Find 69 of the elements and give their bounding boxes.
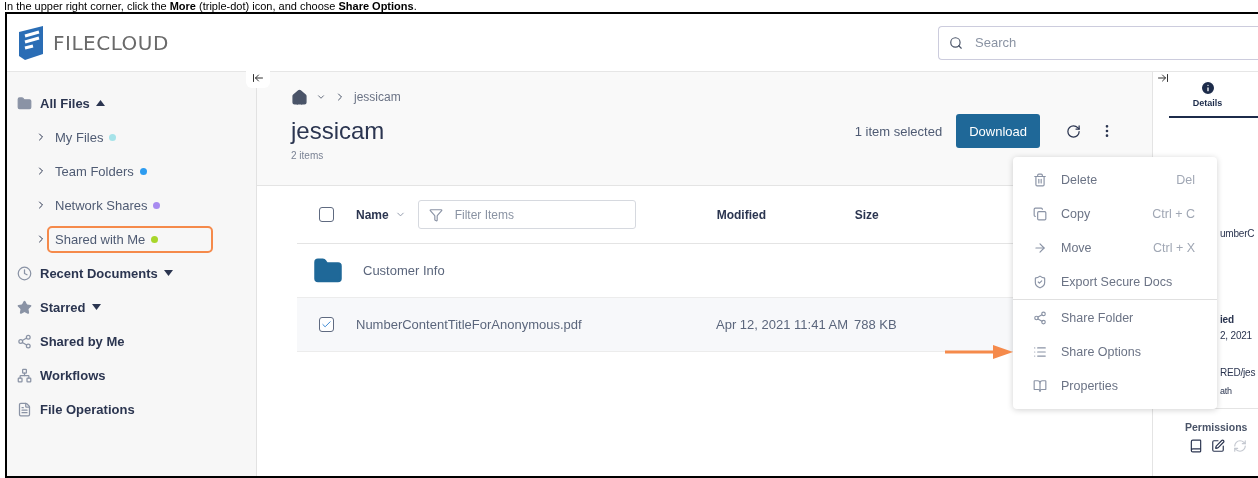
folder-title: jessicam xyxy=(291,117,385,145)
sidebar-item[interactable]: File Operations xyxy=(32,395,145,423)
breadcrumb-link[interactable]: jessicam xyxy=(354,90,401,104)
menu-item[interactable]: Copy Ctrl + C xyxy=(1013,197,1217,231)
logo-icon xyxy=(17,25,45,60)
detail-text: 2, 2021 xyxy=(1219,330,1253,341)
sitemap-icon xyxy=(17,367,32,383)
sidebar-item[interactable]: Shared by Me xyxy=(32,327,135,355)
item-count: 2 items xyxy=(291,150,325,161)
sidebar-item[interactable]: Network Shares xyxy=(47,191,171,219)
menu-item[interactable]: Move Ctrl + X xyxy=(1013,231,1217,265)
document-icon xyxy=(17,401,32,417)
sidebar-item[interactable]: All Files xyxy=(32,89,115,117)
shield-check-icon xyxy=(1033,275,1047,289)
detail-text: umberC xyxy=(1219,228,1256,239)
file-name[interactable]: Customer Info xyxy=(363,263,445,278)
sidebar-item[interactable]: Recent Documents xyxy=(32,259,183,287)
home-icon[interactable] xyxy=(291,88,308,106)
checkmark-icon xyxy=(321,319,332,330)
detail-text: ied xyxy=(1219,314,1235,325)
menu-item[interactable]: Export Secure Docs xyxy=(1013,265,1217,299)
folder-icon xyxy=(17,95,32,111)
permissions-label: Permissions xyxy=(1184,421,1249,433)
column-header[interactable]: Size xyxy=(854,207,879,222)
filter-icon xyxy=(428,207,443,222)
menu-item[interactable]: Properties xyxy=(1013,369,1217,403)
book-icon xyxy=(1033,379,1047,393)
sidebar-item[interactable]: Workflows xyxy=(32,361,116,389)
search-icon xyxy=(949,35,963,50)
list-icon xyxy=(1033,345,1047,359)
column-header[interactable]: Modified xyxy=(716,207,855,222)
shortcut-text: Ctrl + C xyxy=(1152,207,1195,221)
instruction-text: In the upper right corner, click the More (triple-dot) icon, and choose Share Options. xyxy=(3,0,418,12)
shortcut-text: Del xyxy=(1176,173,1195,187)
sidebar-item[interactable]: Shared with Me xyxy=(47,225,213,253)
details-tab[interactable]: Details xyxy=(1169,72,1258,118)
search-field[interactable]: Search xyxy=(938,25,1258,60)
logo-text: FILECLOUD xyxy=(53,30,169,55)
sidebar-item[interactable]: My Files xyxy=(47,123,127,151)
download-button[interactable]: Download xyxy=(956,114,1040,148)
shortcut-text: Ctrl + X xyxy=(1152,241,1195,255)
info-icon xyxy=(1199,80,1216,96)
star-icon xyxy=(17,299,32,315)
column-header[interactable]: Name xyxy=(356,207,389,222)
selection-count: 1 item selected xyxy=(854,123,943,139)
menu-item[interactable]: Share Folder xyxy=(1013,301,1217,335)
clock-icon xyxy=(17,265,32,281)
book-icon xyxy=(1189,439,1203,453)
sidebar-item[interactable]: Team Folders xyxy=(47,157,157,185)
menu-item[interactable]: Delete Del xyxy=(1013,163,1217,197)
sync-icon xyxy=(1233,439,1247,453)
file-name[interactable]: NumberContentTitleForAnonymous.pdf xyxy=(356,317,582,332)
copy-icon xyxy=(1033,207,1047,221)
share-icon xyxy=(17,333,32,349)
file-size: 788 KB xyxy=(854,317,897,332)
pointer-arrow xyxy=(945,344,1013,360)
edit-icon xyxy=(1211,439,1225,453)
detail-text: ath xyxy=(1219,386,1233,396)
row-checkbox[interactable] xyxy=(319,317,334,332)
modified-date: Apr 12, 2021 11:41 AM xyxy=(716,317,849,332)
menu-item[interactable]: Share Options xyxy=(1013,335,1217,369)
detail-text: RED/jes xyxy=(1219,367,1257,378)
chevron-down-icon xyxy=(316,92,326,102)
sidebar-item[interactable]: Starred xyxy=(32,293,111,321)
filter-field[interactable]: Filter Items xyxy=(417,200,636,229)
share-icon xyxy=(1033,311,1047,325)
select-all-checkbox[interactable] xyxy=(319,207,334,222)
trash-icon xyxy=(1033,173,1047,187)
collapse-icon[interactable] xyxy=(246,68,270,88)
